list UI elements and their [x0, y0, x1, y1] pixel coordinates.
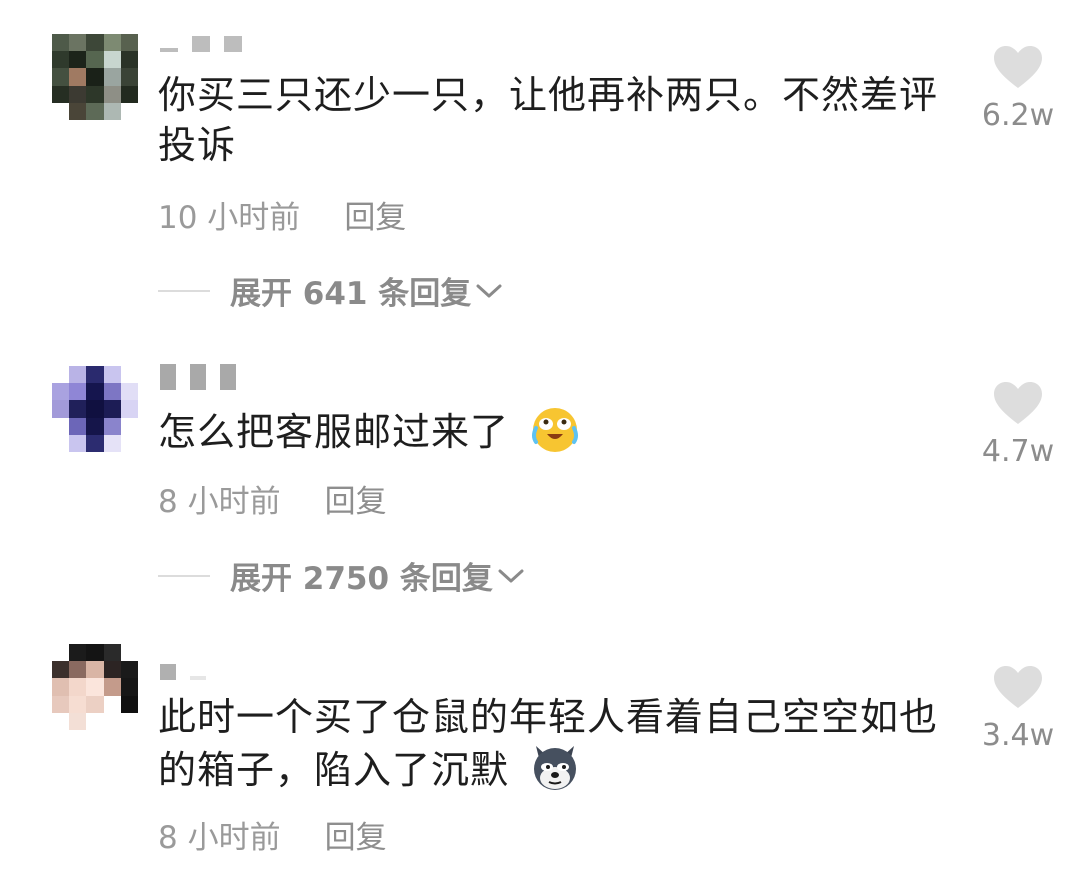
- avatar[interactable]: [52, 644, 138, 730]
- comment-time: 8 小时前: [158, 820, 281, 856]
- like-count: 4.7w: [981, 434, 1055, 469]
- chevron-down-icon: [498, 569, 524, 582]
- username-masked[interactable]: [160, 364, 236, 390]
- reply-button[interactable]: 回复: [325, 476, 387, 521]
- expand-replies-label: 展开 641 条回复: [230, 276, 472, 312]
- chevron-down-icon: [476, 284, 502, 297]
- avatar[interactable]: [52, 366, 138, 452]
- expand-replies-label: 展开 2750 条回复: [230, 561, 493, 597]
- like-count: 6.2w: [981, 98, 1055, 133]
- like-button[interactable]: 4.7w: [978, 380, 1058, 469]
- like-button[interactable]: 6.2w: [978, 44, 1058, 133]
- reply-button[interactable]: 回复: [325, 812, 387, 857]
- reply-button[interactable]: 回复: [344, 192, 406, 237]
- expand-replies-button[interactable]: 展开 2750 条回复: [158, 553, 525, 598]
- divider-dash: [158, 574, 210, 577]
- comment-time: 8 小时前: [158, 484, 281, 520]
- avatar[interactable]: [52, 34, 138, 120]
- husky-dog-emoji: [534, 746, 577, 790]
- heart-icon: [994, 382, 1042, 424]
- comment-text: 此时一个买了仓鼠的年轻人看着自己空空如也 的箱子，陷入了沉默: [158, 695, 939, 792]
- crying-laughing-emoji: [532, 408, 579, 452]
- divider-dash: [158, 289, 210, 292]
- expand-replies-button[interactable]: 展开 641 条回复: [158, 268, 503, 313]
- heart-icon: [994, 46, 1042, 88]
- username-masked[interactable]: [160, 30, 242, 52]
- like-count: 3.4w: [981, 718, 1055, 753]
- heart-icon: [994, 666, 1042, 708]
- like-button[interactable]: 3.4w: [978, 664, 1058, 753]
- comment-text: 怎么把客服邮过来了: [158, 404, 958, 457]
- comment-text: 你买三只还少一只，让他再补两只。不然差评 投诉: [158, 73, 939, 167]
- username-masked[interactable]: [160, 658, 206, 680]
- comment-time: 10 小时前: [158, 200, 301, 236]
